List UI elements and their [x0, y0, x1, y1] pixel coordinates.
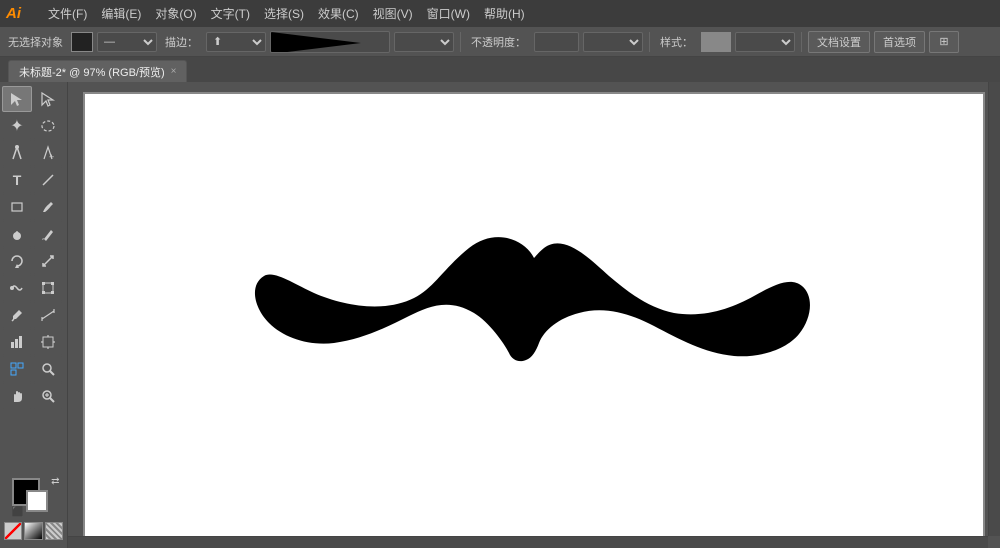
tool-row-12 — [2, 383, 65, 409]
tab-bar: 未标题-2* @ 97% (RGB/预览) × — [0, 57, 1000, 82]
add-anchor-tool[interactable]: + — [33, 140, 63, 166]
stroke-label: 描边： — [161, 34, 202, 50]
document-tab[interactable]: 未标题-2* @ 97% (RGB/预览) × — [8, 60, 187, 82]
zoom-tool[interactable] — [33, 383, 63, 409]
tool-row-4: T — [2, 167, 65, 193]
tool-row-3: + — [2, 140, 65, 166]
tools-panel: ✦ + T — [0, 82, 68, 548]
rect-tool[interactable] — [2, 194, 32, 220]
line-tool[interactable] — [33, 167, 63, 193]
canvas-area — [68, 82, 1000, 548]
none-swatch[interactable] — [4, 522, 22, 540]
tool-row-5 — [2, 194, 65, 220]
menu-help[interactable]: 帮助(H) — [478, 3, 531, 24]
horizontal-scrollbar[interactable] — [68, 536, 988, 548]
menu-object[interactable]: 对象(O) — [149, 3, 202, 24]
select-tool[interactable] — [2, 86, 32, 112]
ai-logo-icon: Ai — [6, 5, 34, 22]
background-color-swatch[interactable] — [26, 490, 48, 512]
paint-brush-tool[interactable] — [33, 194, 63, 220]
blob-brush-tool[interactable] — [2, 221, 32, 247]
tab-close-button[interactable]: × — [171, 66, 177, 77]
warp-tool[interactable] — [2, 275, 32, 301]
fill-type-select[interactable]: — — [97, 32, 157, 52]
artboard — [85, 94, 983, 536]
vertical-scrollbar[interactable] — [988, 82, 1000, 536]
slice-tool[interactable] — [2, 356, 32, 382]
style-preview — [701, 32, 731, 52]
stroke-preview — [270, 31, 390, 53]
title-bar: Ai 文件(F) 编辑(E) 对象(O) 文字(T) 选择(S) 效果(C) 视… — [0, 0, 1000, 27]
menu-effect[interactable]: 效果(C) — [312, 3, 365, 24]
stroke-dropdown[interactable] — [394, 32, 454, 52]
opacity-dropdown[interactable] — [583, 32, 643, 52]
toolbar: 无选择对象 — 描边： ⬆ 不透明度： 100% 样式： 文档设置 首选项 ⊞ — [0, 27, 1000, 57]
graph-tool[interactable] — [2, 329, 32, 355]
doc-settings-button[interactable]: 文档设置 — [808, 31, 870, 53]
gradient-swatch[interactable] — [24, 522, 42, 540]
divider-3 — [801, 32, 802, 52]
tab-title: 未标题-2* @ 97% (RGB/预览) — [19, 64, 165, 80]
preferences-button[interactable]: 首选项 — [874, 31, 925, 53]
zoom-tool-2[interactable] — [33, 356, 63, 382]
menu-window[interactable]: 窗口(W) — [421, 3, 476, 24]
lasso-tool[interactable] — [33, 113, 63, 139]
rotate-tool[interactable] — [2, 248, 32, 274]
menu-select[interactable]: 选择(S) — [258, 3, 310, 24]
menu-bar: 文件(F) 编辑(E) 对象(O) 文字(T) 选择(S) 效果(C) 视图(V… — [42, 3, 531, 24]
tool-row-2: ✦ — [2, 113, 65, 139]
tool-row-8 — [2, 275, 65, 301]
tool-row-11 — [2, 356, 65, 382]
measure-tool[interactable] — [33, 302, 63, 328]
tool-row-7 — [2, 248, 65, 274]
direct-select-tool[interactable] — [33, 86, 63, 112]
opacity-input[interactable]: 100% — [534, 32, 579, 52]
divider-1 — [460, 32, 461, 52]
tool-row-6 — [2, 221, 65, 247]
fill-color-box[interactable] — [71, 32, 93, 52]
divider-2 — [649, 32, 650, 52]
swap-colors-icon[interactable]: ⇄ — [51, 476, 59, 487]
menu-edit[interactable]: 编辑(E) — [95, 3, 147, 24]
color-swatch-area: ⬛ ⇄ — [12, 478, 56, 518]
selection-label: 无选择对象 — [4, 34, 67, 50]
hand-tool[interactable] — [2, 383, 32, 409]
pattern-swatch[interactable] — [45, 522, 63, 540]
menu-view[interactable]: 视图(V) — [367, 3, 419, 24]
main-layout: ✦ + T — [0, 82, 1000, 548]
arrange-button[interactable]: ⊞ — [929, 31, 959, 53]
artboard-tool[interactable] — [33, 329, 63, 355]
menu-type[interactable]: 文字(T) — [205, 3, 256, 24]
reset-colors-icon[interactable]: ⬛ — [12, 507, 24, 518]
style-label: 样式： — [656, 34, 697, 50]
scale-tool[interactable] — [33, 248, 63, 274]
tool-row-9 — [2, 302, 65, 328]
magic-wand-tool[interactable]: ✦ — [2, 113, 32, 139]
type-tool[interactable]: T — [2, 167, 32, 193]
mustache-artwork — [214, 198, 854, 458]
swatch-row-2 — [4, 522, 63, 540]
color-swatches: ⬛ ⇄ — [2, 474, 65, 544]
tool-row-1 — [2, 86, 65, 112]
tool-row-10 — [2, 329, 65, 355]
pen-tool[interactable] — [2, 140, 32, 166]
pencil-tool[interactable] — [33, 221, 63, 247]
svg-text:+: + — [49, 152, 54, 161]
style-dropdown[interactable] — [735, 32, 795, 52]
opacity-label: 不透明度： — [467, 34, 530, 50]
stroke-select[interactable]: ⬆ — [206, 32, 266, 52]
eyedropper-tool[interactable] — [2, 302, 32, 328]
free-transform-tool[interactable] — [33, 275, 63, 301]
menu-file[interactable]: 文件(F) — [42, 3, 93, 24]
